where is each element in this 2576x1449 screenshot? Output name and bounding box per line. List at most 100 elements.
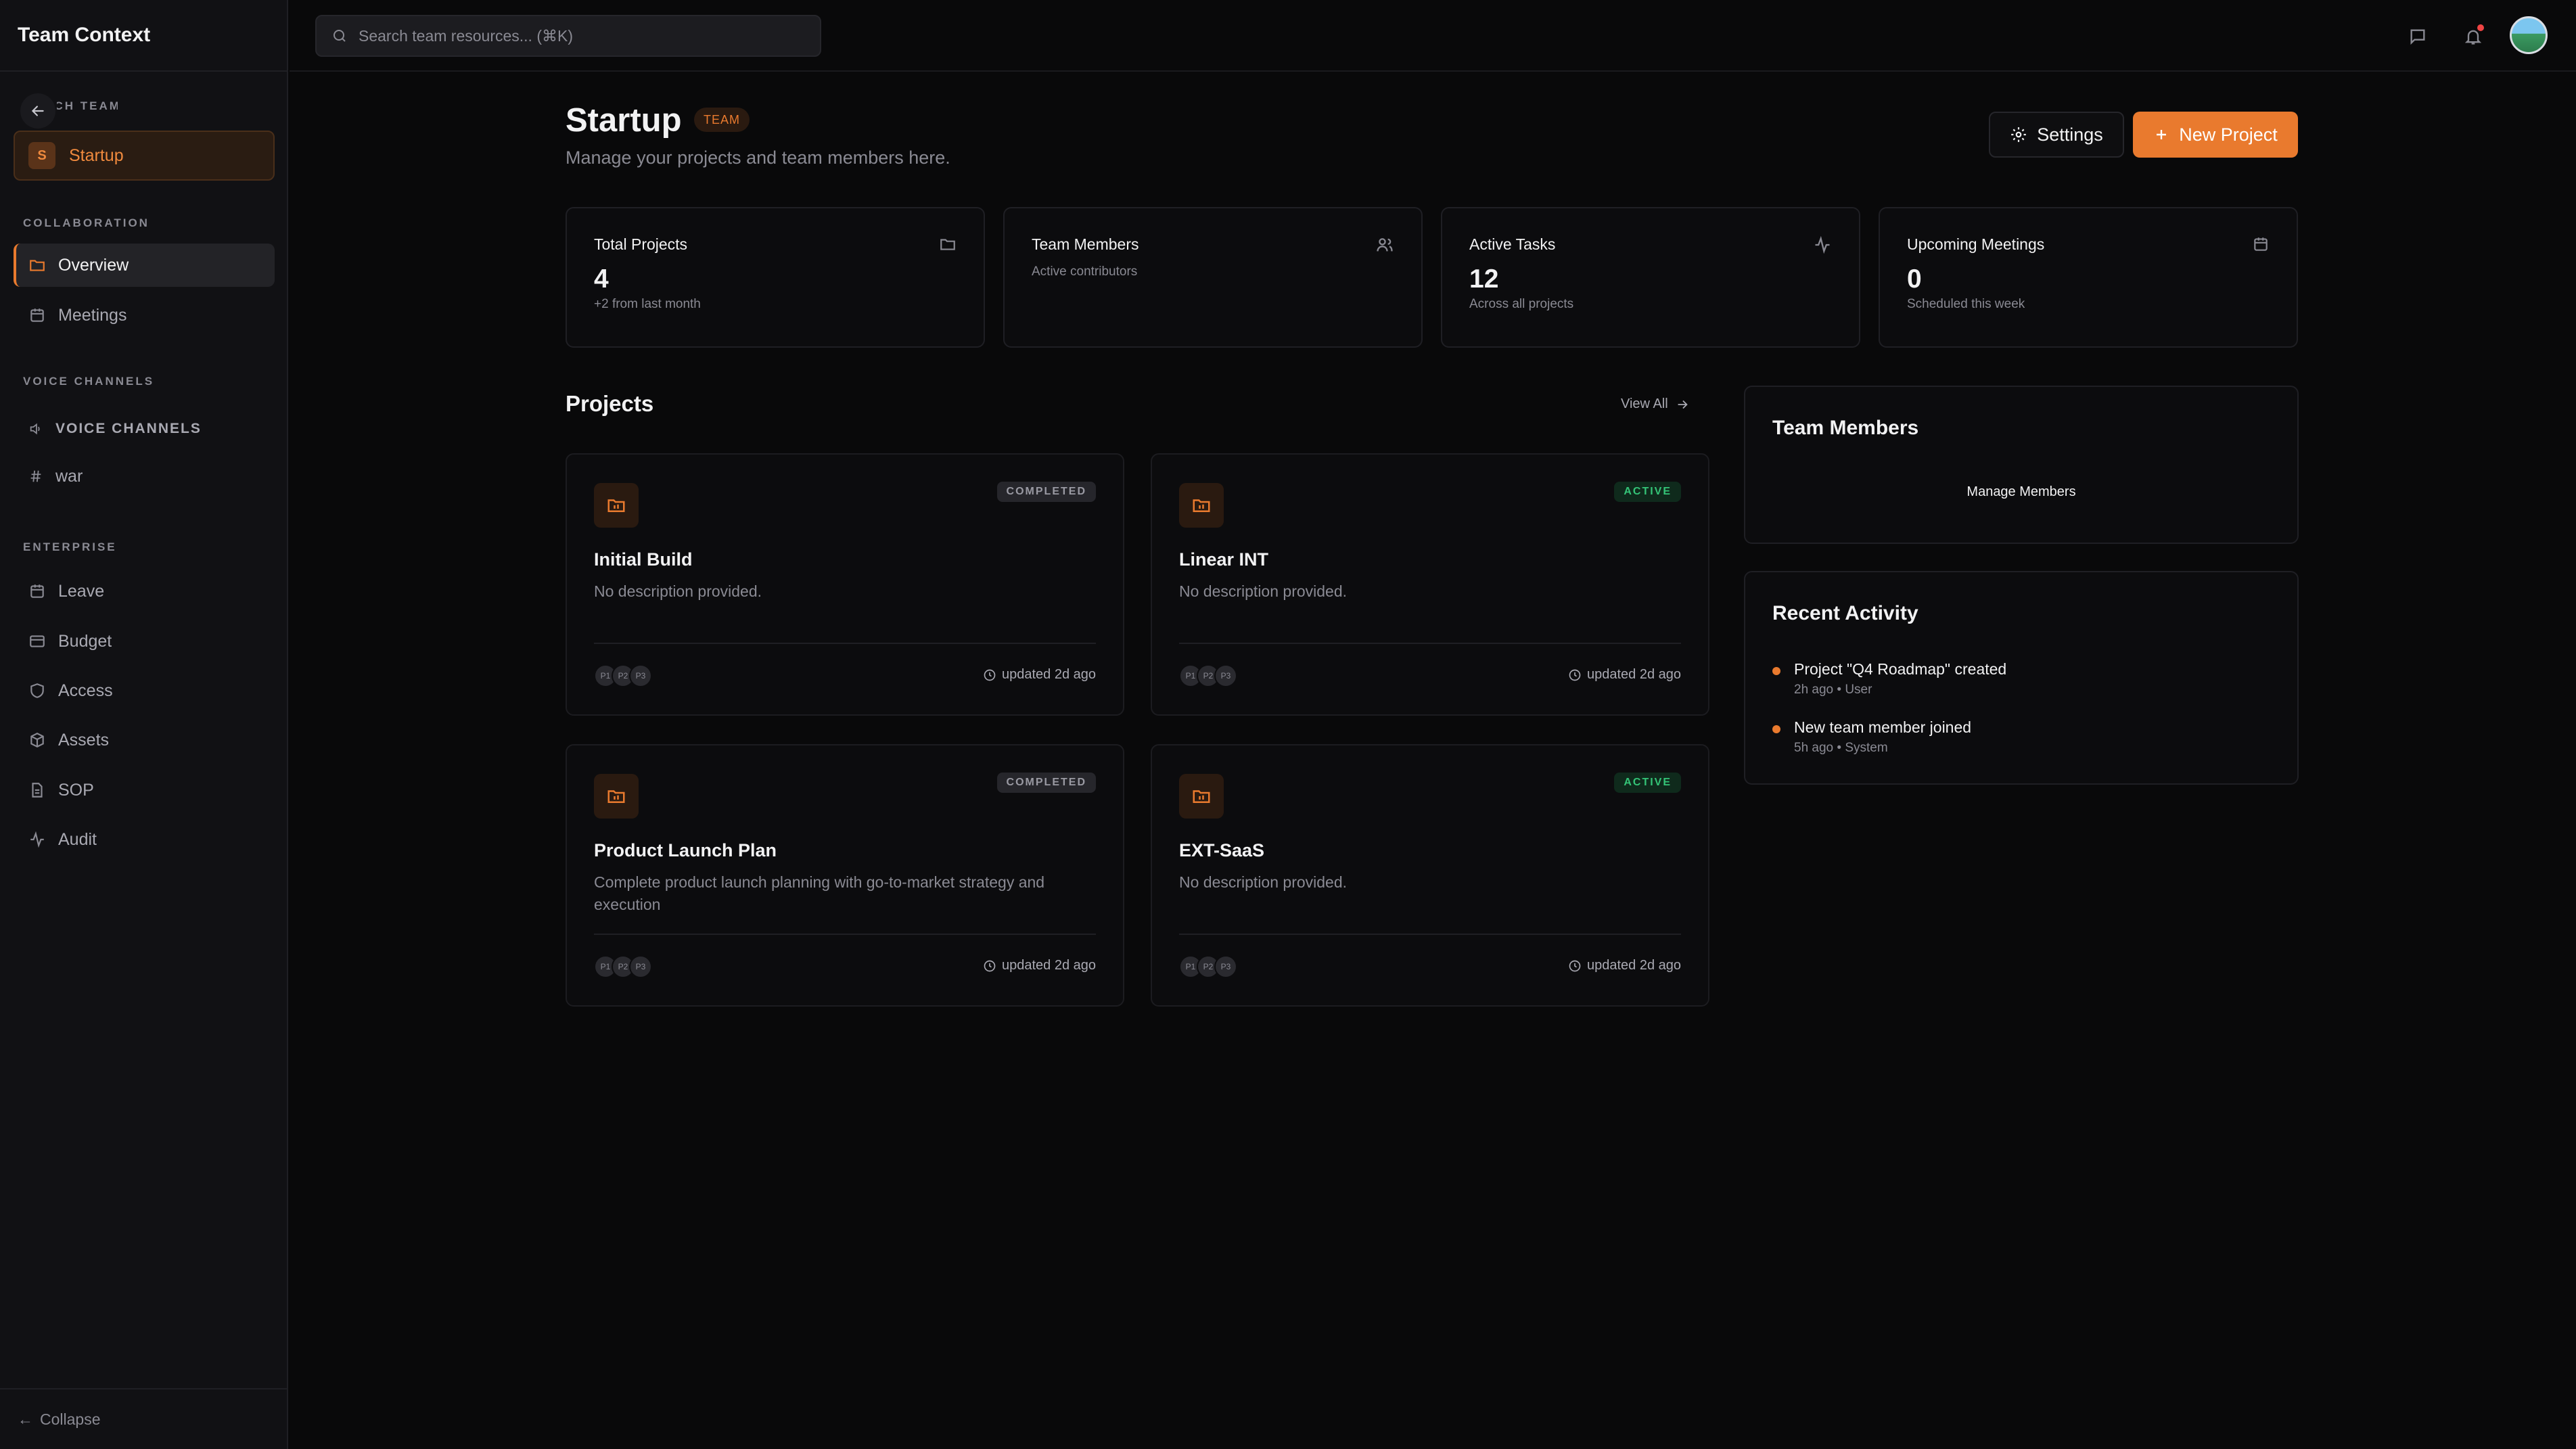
voice-channel-war[interactable]: war: [14, 455, 275, 498]
page-subtitle: Manage your projects and team members he…: [566, 147, 950, 168]
sidebar-item-leave[interactable]: Leave: [14, 570, 275, 613]
activity-icon: [30, 831, 44, 848]
notifications-button[interactable]: [2458, 22, 2488, 51]
section-enterprise: ENTERPRISE: [23, 540, 117, 553]
activity-text: Project "Q4 Roadmap" created: [1794, 660, 2007, 678]
stat-desc: Active contributors: [1032, 264, 1138, 279]
folder-icon: [1179, 774, 1224, 819]
activity-icon: [1815, 235, 1830, 254]
shield-icon: [30, 683, 44, 698]
sidebar-item-sop[interactable]: SOP: [14, 768, 275, 812]
clock-icon: [1569, 960, 1581, 971]
stat-card-total-projects: Total Projects 4 +2 from last month: [566, 207, 985, 348]
sidebar-item-label: SOP: [58, 780, 94, 800]
team-name: Startup: [69, 145, 124, 165]
sidebar-item-meetings[interactable]: Meetings: [14, 294, 275, 337]
project-card-ext-saas[interactable]: ACTIVE EXT-SaaS No description provided.…: [1151, 744, 1709, 1007]
search-icon: [334, 30, 346, 42]
folder-icon: [594, 774, 639, 819]
voice-channels-header[interactable]: VOICE CHANNELS: [14, 407, 275, 451]
voice-channels-label: VOICE CHANNELS: [55, 421, 202, 436]
topbar: [290, 0, 2576, 72]
stat-label: Upcoming Meetings: [1907, 235, 2045, 253]
stat-value: 12: [1469, 264, 1499, 294]
sidebar-item-label: Access: [58, 681, 113, 700]
project-title: Linear INT: [1179, 549, 1269, 570]
collapse-button[interactable]: ← Collapse: [0, 1388, 287, 1449]
member-avatars: P1 P2 P3: [1179, 955, 1237, 978]
sidebar-item-label: Overview: [58, 255, 129, 275]
sidebar-item-budget[interactable]: Budget: [14, 620, 275, 663]
settings-label: Settings: [2037, 124, 2103, 145]
status-badge: COMPLETED: [996, 482, 1096, 502]
stat-desc: Scheduled this week: [1907, 297, 2025, 311]
project-description: No description provided.: [1179, 582, 1348, 600]
sidebar-item-assets[interactable]: Assets: [14, 718, 275, 762]
project-description: Complete product launch planning with go…: [594, 873, 1045, 913]
calendar-icon: [30, 308, 44, 322]
sidebar-item-audit[interactable]: Audit: [14, 818, 275, 861]
updated-time: updated 2d ago: [1568, 958, 1681, 973]
sidebar-item-label: Leave: [58, 581, 105, 601]
activity-dot: [1772, 725, 1780, 733]
new-project-button[interactable]: New Project: [2133, 112, 2298, 158]
updated-time: updated 2d ago: [983, 667, 1096, 683]
credit-card-icon: [30, 635, 45, 647]
divider: [594, 643, 1096, 644]
project-description: No description provided.: [1179, 873, 1348, 891]
sidebar-item-access[interactable]: Access: [14, 669, 275, 712]
status-badge: ACTIVE: [1614, 773, 1681, 793]
project-card-linear-int[interactable]: ACTIVE Linear INT No description provide…: [1151, 453, 1709, 716]
status-badge: COMPLETED: [996, 773, 1096, 793]
speaker-icon: [30, 423, 40, 435]
team-members-title: Team Members: [1772, 417, 1919, 439]
manage-members-button[interactable]: Manage Members: [1745, 484, 2297, 500]
stat-label: Total Projects: [594, 235, 688, 253]
avatar: P3: [629, 664, 652, 687]
view-all-link[interactable]: View All: [1621, 396, 1690, 412]
project-card-initial-build[interactable]: COMPLETED Initial Build No description p…: [566, 453, 1124, 716]
project-card-product-launch-plan[interactable]: COMPLETED Product Launch Plan Complete p…: [566, 744, 1124, 1007]
activity-meta: 5h ago • System: [1794, 741, 1888, 755]
switch-team-label: SWITCH TEAM: [57, 99, 118, 112]
member-avatars: P1 P2 P3: [594, 955, 652, 978]
view-all-label: View All: [1621, 396, 1668, 411]
stat-card-upcoming-meetings: Upcoming Meetings 0 Scheduled this week: [1879, 207, 2298, 348]
calendar-icon: [30, 584, 44, 598]
search-input[interactable]: [359, 26, 791, 45]
voice-channel-label: war: [55, 466, 83, 486]
folder-icon: [594, 483, 639, 528]
new-project-label: New Project: [2179, 124, 2278, 145]
team-selector[interactable]: S Startup: [14, 131, 275, 181]
sidebar-item-overview[interactable]: Overview: [14, 244, 275, 287]
project-description: No description provided.: [594, 582, 762, 600]
section-collaboration: COLLABORATION: [23, 216, 150, 229]
stat-desc: +2 from last month: [594, 297, 701, 311]
recent-activity-card: Recent Activity Project "Q4 Roadmap" cre…: [1744, 571, 2299, 785]
notification-dot: [2477, 24, 2484, 31]
settings-button[interactable]: Settings: [1989, 112, 2124, 158]
user-avatar[interactable]: [2510, 16, 2548, 54]
updated-time: updated 2d ago: [1568, 667, 1681, 683]
collapse-label: Collapse: [40, 1410, 101, 1428]
box-icon: [30, 733, 44, 748]
project-title: Initial Build: [594, 549, 693, 570]
file-icon: [32, 783, 43, 798]
stat-card-team-members: Team Members Active contributors: [1003, 207, 1423, 348]
project-title: EXT-SaaS: [1179, 840, 1265, 860]
recent-activity-title: Recent Activity: [1772, 602, 1918, 624]
back-button[interactable]: [20, 93, 55, 129]
sidebar-item-label: Assets: [58, 730, 110, 750]
avatar: P3: [1214, 664, 1237, 687]
clock-icon: [984, 960, 996, 971]
sidebar: Team Context SWITCH TEAM S Startup COLLA…: [0, 0, 288, 1449]
status-badge: ACTIVE: [1614, 482, 1681, 502]
avatar: P3: [629, 955, 652, 978]
search-bar[interactable]: [315, 15, 821, 57]
member-avatars: P1 P2 P3: [1179, 664, 1237, 687]
messages-button[interactable]: [2403, 22, 2433, 51]
stat-label: Team Members: [1032, 235, 1139, 253]
activity-dot: [1772, 667, 1780, 675]
activity-item: Project "Q4 Roadmap" created 2h ago • Us…: [1772, 660, 2006, 697]
stat-card-active-tasks: Active Tasks 12 Across all projects: [1441, 207, 1860, 348]
